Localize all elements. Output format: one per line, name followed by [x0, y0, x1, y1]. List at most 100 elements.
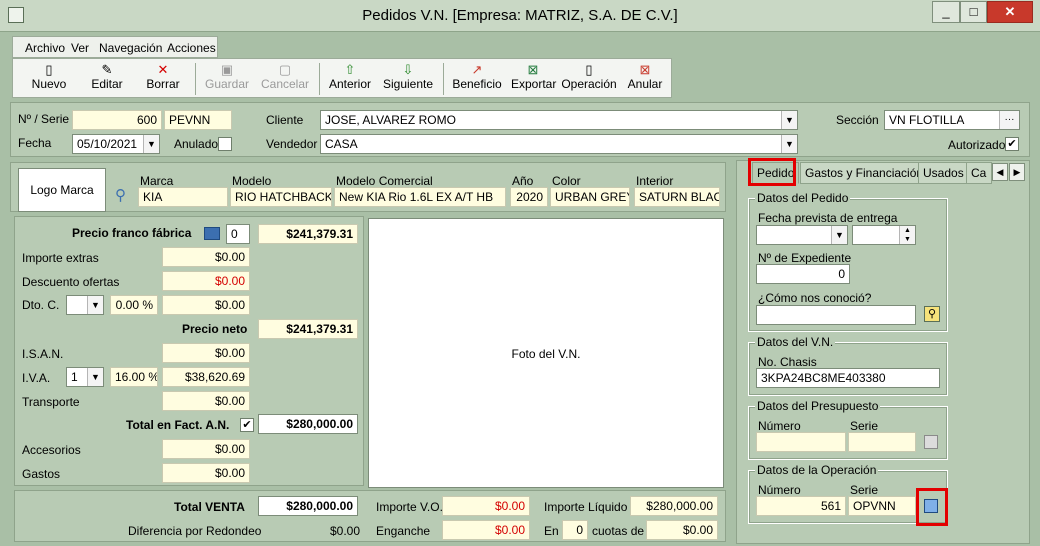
iva-field[interactable]: $38,620.69: [162, 367, 250, 387]
cuotas-label: cuotas de: [592, 524, 645, 538]
total-an-checkbox[interactable]: ✔: [240, 418, 254, 432]
fecha-prevista-field[interactable]: ▼: [756, 225, 848, 245]
numero-field[interactable]: 600: [72, 110, 162, 130]
chevron-down-icon[interactable]: ▼: [87, 368, 103, 386]
more-button[interactable]: ···: [999, 111, 1019, 129]
gastos-label: Gastos: [22, 467, 61, 481]
op-serie-label: Serie: [850, 483, 879, 497]
tab-usados[interactable]: Usados: [918, 162, 969, 184]
borrar-button[interactable]: ✕ Borrar: [141, 61, 185, 97]
importe-vo-label: Importe V.O.: [376, 500, 443, 514]
anio-field[interactable]: 2020: [510, 187, 548, 207]
chevron-down-icon[interactable]: ▼: [143, 135, 159, 153]
pres-numero-field[interactable]: [756, 432, 846, 452]
highlight-tab-pedido: [748, 158, 796, 186]
void-document-icon: ⊠: [639, 62, 651, 77]
close-button[interactable]: ✕: [987, 1, 1033, 23]
delete-icon: ✕: [157, 62, 169, 77]
menu-navegacion[interactable]: Navegación: [99, 41, 162, 55]
cliente-field[interactable]: JOSE, ALVAREZ ROMO ▼: [320, 110, 798, 130]
franco-qty-field[interactable]: 0: [226, 224, 250, 244]
accesorios-field[interactable]: $0.00: [162, 439, 250, 459]
chevron-down-icon[interactable]: ▼: [87, 296, 103, 314]
cancelar-button[interactable]: ▢ Cancelar: [259, 61, 311, 97]
iva-select[interactable]: 1 ▼: [66, 367, 104, 387]
guardar-button[interactable]: ▣ Guardar: [203, 61, 251, 97]
fecha-field[interactable]: 05/10/2021 ▼: [72, 134, 160, 154]
modelo-comercial-field[interactable]: New KIA Rio 1.6L EX A/T HB: [334, 187, 506, 207]
minimize-button[interactable]: _: [932, 1, 960, 23]
como-field[interactable]: [756, 305, 916, 325]
cuotas-field[interactable]: 0: [562, 520, 588, 540]
siguiente-button[interactable]: ⇩ Siguiente: [383, 61, 433, 97]
calculator-icon[interactable]: [204, 227, 220, 240]
cancel-icon: ▢: [278, 62, 292, 77]
op-numero-field[interactable]: 561: [756, 496, 846, 516]
chasis-label: No. Chasis: [758, 355, 817, 369]
dtoc-field[interactable]: $0.00: [162, 295, 250, 315]
cliente-label: Cliente: [266, 113, 304, 127]
marca-field[interactable]: KIA: [138, 187, 228, 207]
cuota-field[interactable]: $0.00: [646, 520, 718, 540]
importe-vo-field[interactable]: $0.00: [442, 496, 530, 516]
interior-field[interactable]: SATURN BLACK: [634, 187, 720, 207]
menu-ver[interactable]: Ver: [71, 41, 89, 55]
editar-button[interactable]: ✎ Editar: [85, 61, 129, 97]
chevron-down-icon[interactable]: ▼: [781, 111, 797, 129]
search-icon[interactable]: ⚲: [115, 186, 126, 204]
extras-field[interactable]: $0.00: [162, 247, 250, 267]
en-label: En: [544, 524, 559, 538]
enganche-field[interactable]: $0.00: [442, 520, 530, 540]
chevron-down-icon[interactable]: ▼: [781, 135, 797, 153]
maximize-button[interactable]: □: [960, 1, 987, 23]
nuevo-button[interactable]: ▯ Nuevo: [27, 61, 71, 97]
gastos-field[interactable]: $0.00: [162, 463, 250, 483]
expediente-field[interactable]: 0: [756, 264, 850, 284]
group-title: Datos de la Operación: [755, 463, 879, 477]
document-icon[interactable]: [924, 435, 938, 449]
pres-serie-field[interactable]: [848, 432, 916, 452]
vendedor-field[interactable]: CASA ▼: [320, 134, 798, 154]
tab-ca[interactable]: Ca: [966, 162, 992, 184]
spinner-icon[interactable]: ▲ ▼: [899, 226, 915, 244]
seccion-field[interactable]: VN FLOTILLA ···: [884, 110, 1020, 130]
franco-field[interactable]: $241,379.31: [258, 224, 358, 244]
tab-gastos-financiacion[interactable]: Gastos y Financiación: [800, 162, 929, 184]
excel-icon: ⊠: [527, 62, 539, 77]
tab-scroll-right-icon[interactable]: ▶: [1009, 163, 1025, 181]
pres-serie-label: Serie: [850, 419, 879, 433]
transporte-field[interactable]: $0.00: [162, 391, 250, 411]
chasis-field[interactable]: 3KPA24BC8ME403380: [756, 368, 940, 388]
serie-field[interactable]: PEVNN: [164, 110, 232, 130]
chevron-down-icon[interactable]: ▼: [831, 226, 847, 244]
tab-scroll-left-icon[interactable]: ◀: [992, 163, 1008, 181]
anio-label: Año: [512, 174, 534, 188]
menu-acciones[interactable]: Acciones: [167, 41, 216, 55]
anterior-button[interactable]: ⇧ Anterior: [327, 61, 373, 97]
dtoc-select[interactable]: ▼: [66, 295, 104, 315]
beneficio-button[interactable]: ↗ Beneficio: [451, 61, 503, 97]
anulado-checkbox[interactable]: [218, 137, 232, 151]
total-an-field[interactable]: $280,000.00: [258, 414, 358, 434]
descuento-field[interactable]: $0.00: [162, 271, 250, 291]
operacion-button[interactable]: ▯ Operación: [561, 61, 617, 97]
menu-archivo[interactable]: Archivo: [25, 41, 65, 55]
highlight-operacion-button: [916, 488, 948, 526]
anulado-label: Anulado: [174, 137, 219, 151]
total-venta-field[interactable]: $280,000.00: [258, 496, 358, 516]
lookup-icon[interactable]: ⚲: [924, 306, 940, 322]
autorizado-checkbox[interactable]: ✔: [1005, 137, 1019, 151]
op-serie-field[interactable]: OPVNN: [848, 496, 916, 516]
dtoc-pct-field[interactable]: 0.00 %: [110, 295, 158, 315]
color-field[interactable]: URBAN GREY: [550, 187, 630, 207]
modelo-field[interactable]: RIO HATCHBACK 5: [230, 187, 332, 207]
dtoc-label: Dto. C.: [22, 298, 60, 312]
toolbar: ▯ Nuevo ✎ Editar ✕ Borrar ▣ Guardar ▢ Cancela…: [12, 58, 672, 98]
neto-field[interactable]: $241,379.31: [258, 319, 358, 339]
iva-pct-field[interactable]: 16.00 %: [110, 367, 158, 387]
isan-field[interactable]: $0.00: [162, 343, 250, 363]
exportar-button[interactable]: ⊠ Exportar: [511, 61, 556, 97]
hora-prevista-field[interactable]: ▲ ▼: [852, 225, 916, 245]
importe-liquido-field[interactable]: $280,000.00: [630, 496, 718, 516]
anular-button[interactable]: ⊠ Anular: [625, 61, 665, 97]
